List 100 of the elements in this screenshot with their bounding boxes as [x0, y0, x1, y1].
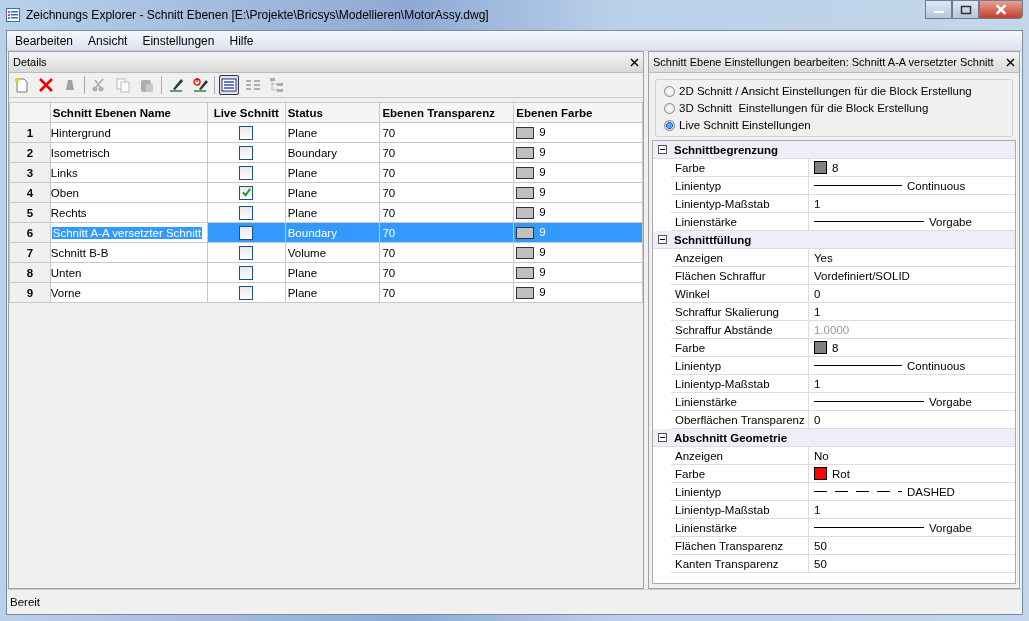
- property-name: Linientyp: [675, 485, 722, 498]
- property-value[interactable]: 1: [814, 377, 821, 390]
- status-text: Bereit: [10, 596, 41, 608]
- table-cell: 70: [382, 126, 396, 139]
- property-value[interactable]: 1: [814, 197, 821, 210]
- property-value[interactable]: 0: [814, 413, 821, 426]
- row-number[interactable]: 1: [9, 122, 51, 143]
- column-header[interactable]: Ebenen Transparenz: [379, 102, 514, 123]
- property-value[interactable]: Continuous: [907, 359, 966, 372]
- property-value[interactable]: 50: [814, 539, 827, 552]
- row-number[interactable]: 4: [9, 182, 51, 203]
- property-name: Winkel: [675, 287, 710, 300]
- property-name: Linienstärke: [675, 395, 737, 408]
- table-cell: 9: [539, 286, 546, 298]
- property-value[interactable]: DASHED: [907, 485, 955, 498]
- table-cell: 70: [382, 266, 396, 279]
- table-cell: Rechts: [50, 206, 87, 219]
- property-name: Linientyp-Maßstab: [675, 377, 770, 390]
- property-value[interactable]: Vorgabe: [929, 215, 972, 228]
- table-cell: Unten: [50, 266, 82, 279]
- window-title: Zeichnungs Explorer - Schnitt Ebenen [E:\Projekte\Bricsys\Modellieren\MotorAssy.dwg]: [26, 8, 490, 22]
- property-value[interactable]: Vorgabe: [929, 395, 972, 408]
- property-name: Linientyp: [675, 179, 722, 192]
- row-number[interactable]: 6: [9, 222, 51, 243]
- property-value[interactable]: Rot: [832, 467, 850, 480]
- group-title: Schnittbegrenzung: [674, 143, 779, 156]
- table-cell: Plane: [287, 206, 318, 219]
- table-cell: 70: [382, 146, 396, 159]
- property-name: Farbe: [675, 467, 706, 480]
- property-name: Kanten Transparenz: [675, 557, 779, 570]
- table-cell: Isometrisch: [50, 146, 110, 159]
- table-cell: 70: [382, 206, 396, 219]
- row-number[interactable]: 2: [9, 142, 51, 163]
- table-cell: Plane: [287, 286, 318, 299]
- table-cell: 9: [539, 246, 546, 258]
- row-number[interactable]: 9: [9, 282, 51, 303]
- property-name: Flächen Transparenz: [675, 539, 784, 552]
- table-cell: 70: [382, 186, 396, 199]
- property-value[interactable]: 8: [832, 341, 839, 354]
- table-cell: Plane: [287, 126, 318, 139]
- table-cell: Boundary: [287, 226, 337, 239]
- property-name: Flächen Schraffur: [675, 269, 766, 282]
- menu-item[interactable]: Hilfe: [229, 33, 254, 48]
- property-value[interactable]: 0: [814, 287, 821, 300]
- row-number[interactable]: 3: [9, 162, 51, 183]
- table-cell: 70: [382, 286, 396, 299]
- column-header[interactable]: Status: [285, 102, 380, 123]
- property-value[interactable]: 50: [814, 557, 827, 570]
- panel-title: Schnitt Ebene Einstellungen bearbeiten: Schnitt A-A versetzter Schnitt: [653, 56, 994, 68]
- table-cell: Hintergrund: [50, 126, 111, 139]
- menu-item[interactable]: Ansicht: [88, 33, 128, 48]
- table-cell: 9: [539, 206, 546, 218]
- property-value[interactable]: Vorgabe: [929, 521, 972, 534]
- property-name: Anzeigen: [675, 449, 723, 462]
- table-cell: Links: [50, 166, 78, 179]
- property-value[interactable]: Vordefiniert/SOLID: [814, 269, 910, 282]
- group-title: Schnittfüllung: [674, 233, 752, 246]
- table-cell: Vorne: [50, 286, 81, 299]
- property-name: Linientyp: [675, 359, 722, 372]
- column-header[interactable]: Ebenen Farbe: [513, 102, 643, 123]
- table-cell: 9: [539, 126, 546, 138]
- table-cell: Plane: [287, 166, 318, 179]
- table-cell: 70: [382, 246, 396, 259]
- property-value[interactable]: 8: [832, 161, 839, 174]
- radio-label[interactable]: 2D Schnitt / Ansicht Einstellungen für die Block Erstellung: [679, 85, 972, 97]
- property-name: Linienstärke: [675, 521, 737, 534]
- property-name: Farbe: [675, 341, 706, 354]
- radio-label[interactable]: Live Schnitt Einstellungen: [679, 119, 811, 131]
- table-cell: Oben: [50, 186, 79, 199]
- panel-title: Details: [13, 56, 47, 68]
- property-name: Anzeigen: [675, 251, 723, 264]
- table-cell: Plane: [287, 186, 318, 199]
- table-cell: 9: [539, 226, 546, 238]
- property-name: Schraffur Abstände: [675, 323, 773, 336]
- row-number[interactable]: 7: [9, 242, 51, 263]
- row-number[interactable]: 5: [9, 202, 51, 223]
- row-number[interactable]: 8: [9, 262, 51, 283]
- radio-label[interactable]: 3D Schnitt Einstellungen für die Block Erstellung: [679, 102, 929, 114]
- property-name: Linientyp-Maßstab: [675, 503, 770, 516]
- table-cell: 70: [382, 226, 396, 239]
- property-name: Schraffur Skalierung: [675, 305, 779, 318]
- table-cell: 9: [539, 166, 546, 178]
- table-cell: Plane: [287, 266, 318, 279]
- group-title: Abschnitt Geometrie: [674, 431, 788, 444]
- table-cell: 9: [539, 266, 546, 278]
- menu-item[interactable]: Einstellungen: [142, 33, 215, 48]
- property-name: Linienstärke: [675, 215, 737, 228]
- property-value[interactable]: 1: [814, 503, 821, 516]
- property-value[interactable]: Yes: [814, 251, 833, 264]
- property-name: Linientyp-Maßstab: [675, 197, 770, 210]
- property-value[interactable]: No: [814, 449, 829, 462]
- menu-item[interactable]: Bearbeiten: [15, 33, 74, 48]
- table-cell: 9: [539, 186, 546, 198]
- column-header[interactable]: Live Schnitt: [207, 102, 286, 123]
- property-value[interactable]: 1: [814, 305, 821, 318]
- table-cell: Volume: [287, 246, 327, 259]
- table-cell: 70: [382, 166, 396, 179]
- table-cell: Schnitt B-B: [50, 246, 109, 259]
- column-header[interactable]: Schnitt Ebenen Name: [50, 102, 208, 123]
- property-value[interactable]: Continuous: [907, 179, 966, 192]
